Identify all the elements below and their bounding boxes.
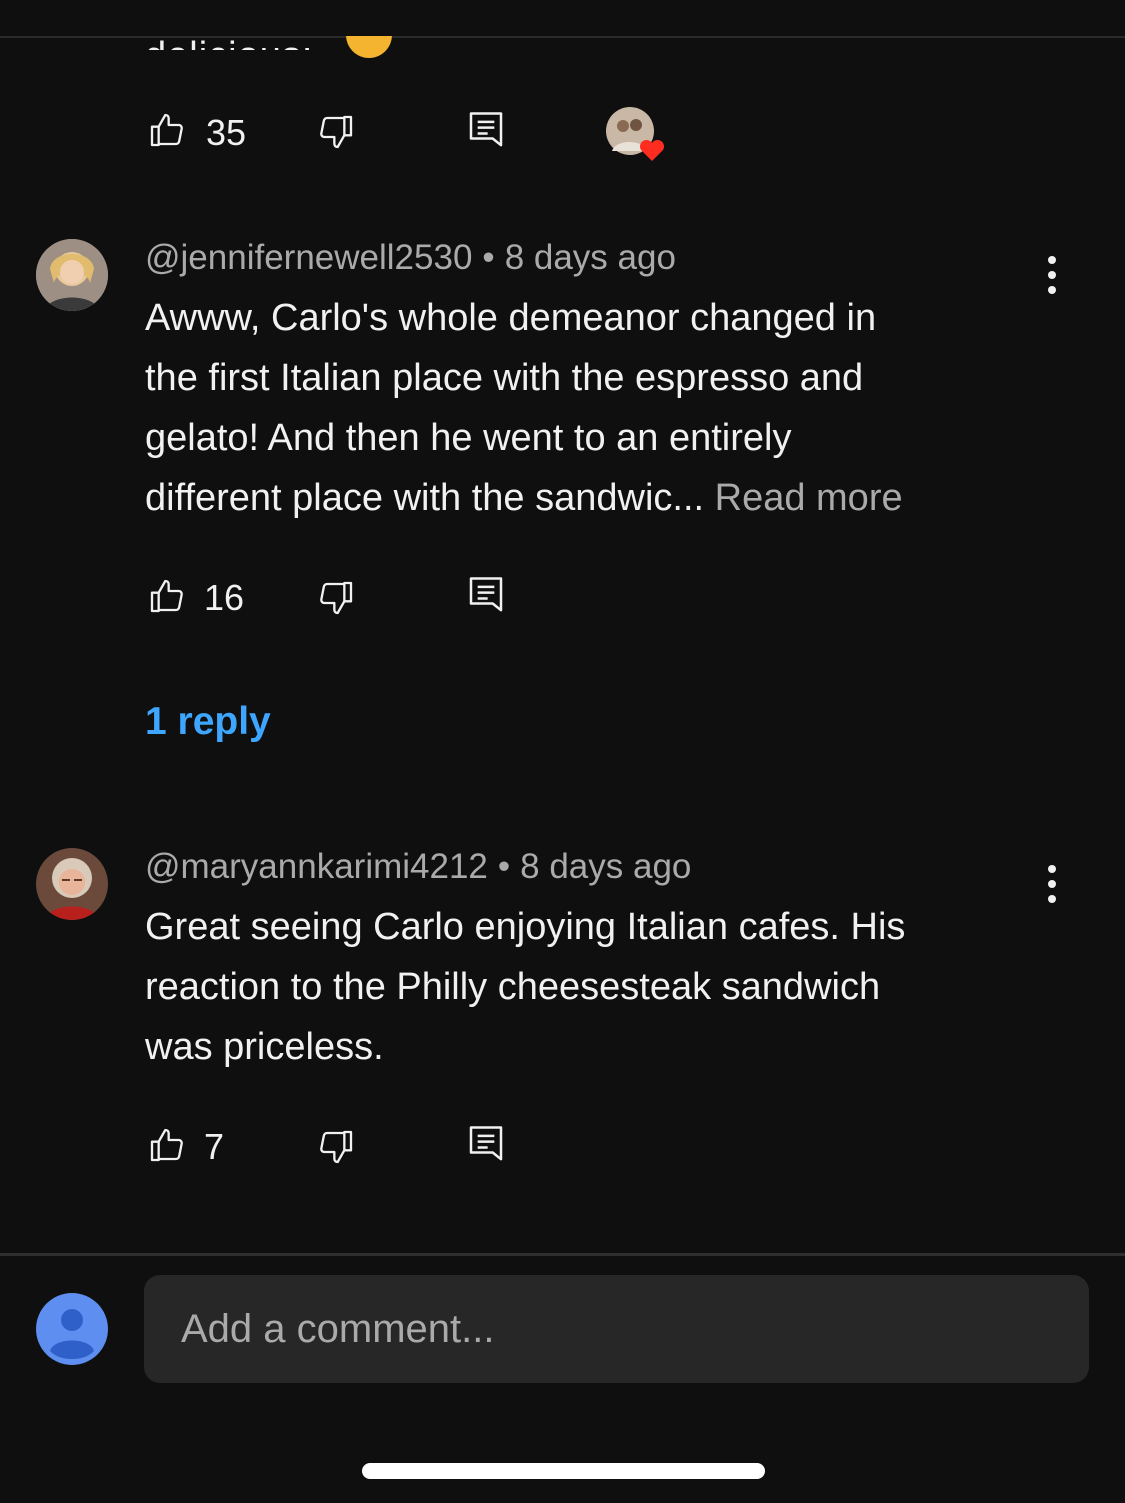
comment-handle[interactable]: @jennifernewell2530 [145, 238, 472, 277]
thumbs-down-icon [320, 581, 353, 615]
meta-separator: • [497, 847, 511, 886]
comment-timestamp: 8 days ago [520, 847, 692, 886]
account-avatar[interactable] [36, 1293, 108, 1365]
comment-timestamp: 8 days ago [504, 238, 676, 277]
user-avatar-photo [36, 848, 108, 920]
comment-line: different place with the sandwic... Read… [145, 468, 1045, 528]
avatar[interactable] [36, 239, 108, 311]
like-count: 16 [204, 577, 245, 618]
thumbs-up-icon [150, 1128, 183, 1162]
comment-line: Awww, Carlo's whole demeanor changed in [145, 297, 877, 339]
creator-avatar-icon [606, 107, 665, 161]
dislike-button[interactable] [316, 578, 356, 618]
comment-text: Awww, Carlo's whole demeanor changed in … [145, 288, 1045, 528]
thumbs-up-icon [150, 579, 183, 613]
comment-input[interactable] [144, 1275, 1061, 1383]
more-vert-icon[interactable] [1046, 865, 1058, 905]
thumbs-up-icon [150, 113, 183, 147]
comment-meta: @jennifernewell2530 • 8 days ago [145, 238, 676, 278]
reply-comment-icon [469, 577, 503, 612]
more-vert-icon[interactable] [1046, 256, 1058, 296]
like-button[interactable] [147, 576, 187, 616]
comment-composer[interactable] [144, 1275, 1089, 1383]
heart-icon [639, 139, 665, 161]
home-indicator[interactable] [362, 1463, 765, 1479]
comment-line: Great seeing Carlo enjoying Italian cafe… [145, 906, 906, 948]
comment-line-text: different place with the sandwic... [145, 477, 705, 519]
avatar[interactable] [36, 848, 108, 920]
comment-meta: @maryannkarimi4212 • 8 days ago [145, 847, 691, 887]
composer-divider [0, 1253, 1125, 1256]
like-button[interactable] [147, 110, 187, 150]
emoji-icon [346, 36, 392, 58]
view-replies-link[interactable]: 1 reply [145, 700, 271, 744]
comment-handle[interactable]: @maryannkarimi4212 [145, 847, 488, 886]
meta-separator: • [482, 238, 495, 277]
comment-text: Great seeing Carlo enjoying Italian cafe… [145, 897, 1045, 1077]
creator-heart-badge [606, 107, 668, 165]
like-count: 7 [204, 1126, 225, 1167]
read-more-link[interactable]: Read more [715, 477, 903, 519]
comment-line: was priceless. [145, 1026, 384, 1068]
dislike-button[interactable] [316, 1127, 356, 1167]
reply-button[interactable] [466, 1124, 506, 1166]
user-avatar-photo [36, 239, 108, 311]
thumbs-down-icon [320, 1130, 353, 1164]
comment-line: the first Italian place with the espress… [145, 357, 864, 399]
thumbs-down-icon [320, 115, 353, 149]
comment-line: gelato! And then he went to an entirely [145, 417, 792, 459]
reply-button[interactable] [466, 110, 506, 152]
reply-button[interactable] [466, 575, 506, 617]
account-icon [36, 1293, 108, 1365]
reply-comment-icon [469, 112, 503, 147]
reply-comment-icon [469, 1126, 503, 1161]
dislike-button[interactable] [316, 112, 356, 152]
like-button[interactable] [147, 1125, 187, 1165]
like-count: 35 [206, 112, 247, 153]
comment-line: reaction to the Philly cheesesteak sandw… [145, 966, 881, 1008]
